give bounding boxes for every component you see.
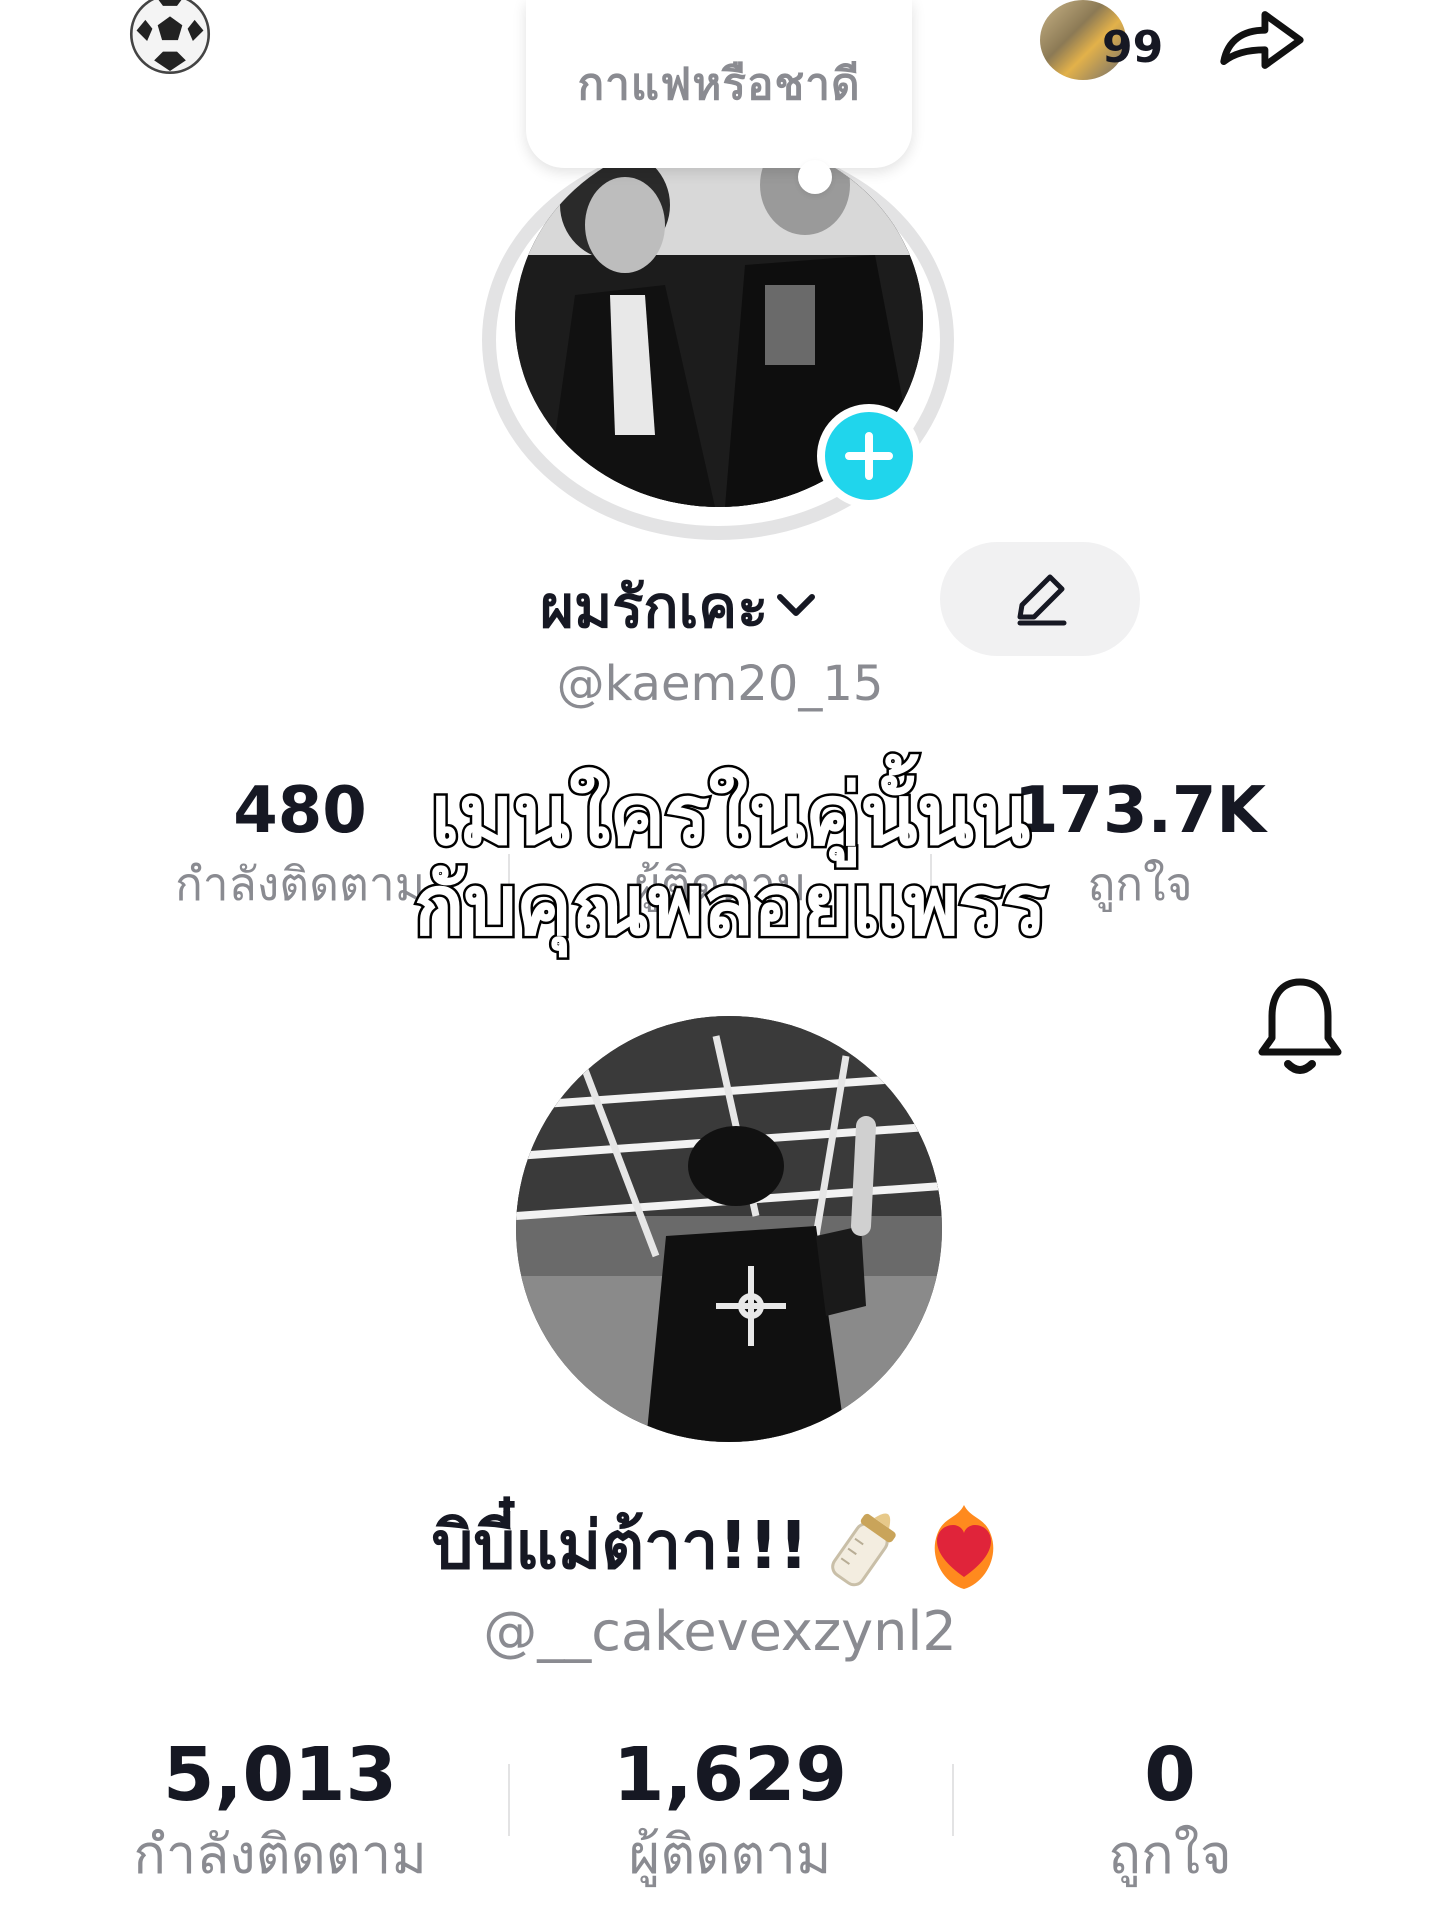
note-text: กาแฟหรือชาดี (577, 59, 861, 110)
bell-icon[interactable] (1250, 972, 1350, 1080)
soccer-ball-icon (129, 0, 211, 75)
following-stat-2[interactable]: 5,013 กำลังติดตาม (110, 1730, 450, 1890)
followers-stat-2[interactable]: 1,629 ผู้ติดตาม (560, 1730, 900, 1890)
note-bubble[interactable]: กาแฟหรือชาดี (526, 0, 912, 168)
friends-count-badge: 99 (1102, 22, 1164, 73)
pencil-icon (1017, 574, 1067, 626)
chevron-down-icon (777, 594, 816, 616)
stat-divider (508, 1764, 510, 1836)
note-bubble-tail (798, 160, 832, 194)
heart-on-fire-icon (934, 1505, 993, 1589)
followers-label-2: ผู้ติดตาม (628, 1823, 832, 1886)
profile-avatar-2-photo (516, 1016, 942, 1442)
share-arrow-icon[interactable] (1212, 0, 1310, 80)
overlay-caption-line-2: กับคุณพลอยแพรร (411, 856, 1050, 954)
display-name-row[interactable]: ผมรักเคะ (540, 568, 816, 644)
display-name-2: บิบี๋แม่ต้าา!!! (431, 1506, 809, 1584)
following-count-2: 5,013 (162, 1732, 398, 1818)
following-label-2: กำลังติดตาม (133, 1823, 427, 1886)
username-2: @__cakevexzynl2 (483, 1600, 957, 1663)
edit-profile-button[interactable] (940, 542, 1140, 656)
likes-count-2: 0 (1144, 1732, 1196, 1818)
display-name: ผมรักเคะ (540, 572, 769, 641)
plus-icon (845, 432, 893, 480)
add-story-button[interactable] (817, 404, 921, 508)
username: @kaem20_15 (556, 656, 884, 712)
display-name-2-row[interactable]: บิบี๋แม่ต้าา!!! (300, 1490, 1140, 1600)
profile-avatar-2[interactable] (516, 1016, 942, 1442)
likes-stat-2[interactable]: 0 ถูกใจ (1000, 1730, 1340, 1890)
stat-divider (952, 1764, 954, 1836)
baby-bottle-icon (830, 1513, 896, 1587)
overlay-caption: เมนใครในคู่นั้นน กับคุณพลอยแพรร (260, 766, 1200, 954)
likes-label-2: ถูกใจ (1108, 1823, 1232, 1886)
overlay-caption-line-1: เมนใครในคู่นั้นน (428, 766, 1033, 864)
followers-count-2: 1,629 (612, 1732, 848, 1818)
